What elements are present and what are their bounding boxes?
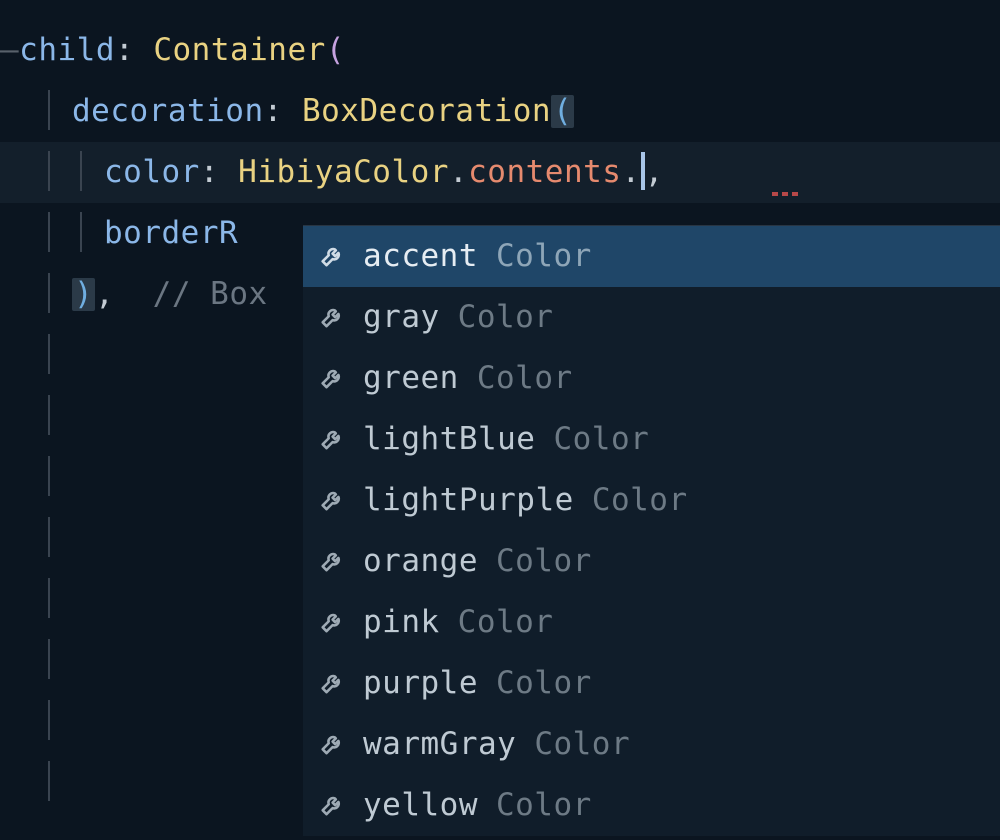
token-dot: . <box>449 157 468 188</box>
code-editor[interactable]: —child: Container( decoration: BoxDecora… <box>0 0 1000 813</box>
autocomplete-item[interactable]: gray Color <box>303 287 1000 348</box>
indent-guide <box>48 334 50 374</box>
token-colon: : <box>264 96 302 127</box>
wrench-icon <box>317 486 347 516</box>
indent-guide <box>48 639 50 679</box>
autocomplete-type: Color <box>534 729 630 760</box>
autocomplete-label: lightBlue <box>363 424 535 455</box>
autocomplete-item[interactable]: lightBlue Color <box>303 409 1000 470</box>
autocomplete-type: Color <box>496 546 592 577</box>
autocomplete-label: green <box>363 363 459 394</box>
autocomplete-label: lightPurple <box>363 485 574 516</box>
tree-dash: — <box>0 35 19 66</box>
autocomplete-type: Color <box>496 790 592 821</box>
autocomplete-item[interactable]: orange Color <box>303 531 1000 592</box>
token-paren: ) <box>72 278 95 311</box>
code-line-active[interactable]: color: HibiyaColor.contents., <box>0 142 1000 203</box>
token-type: HibiyaColor <box>238 157 449 188</box>
token-colon: : <box>115 35 153 66</box>
token-paren: ( <box>551 95 574 128</box>
token-keyword: child <box>19 35 115 66</box>
autocomplete-type: Color <box>553 424 649 455</box>
autocomplete-item[interactable]: yellow Color <box>303 775 1000 836</box>
token-keyword: borderR <box>104 218 238 249</box>
wrench-icon <box>317 425 347 455</box>
wrench-icon <box>317 730 347 760</box>
wrench-icon <box>317 364 347 394</box>
token-comma: , <box>645 157 664 188</box>
autocomplete-item[interactable]: warmGray Color <box>303 714 1000 775</box>
autocomplete-label: orange <box>363 546 478 577</box>
indent-guide <box>48 700 50 740</box>
autocomplete-type: Color <box>496 668 592 699</box>
autocomplete-type: Color <box>458 302 554 333</box>
indent-guide <box>48 212 50 252</box>
indent-guide <box>48 517 50 557</box>
autocomplete-label: warmGray <box>363 729 516 760</box>
token-member: contents <box>468 157 621 188</box>
autocomplete-label: pink <box>363 607 440 638</box>
code-line[interactable]: decoration: BoxDecoration( <box>0 81 1000 142</box>
token-keyword: decoration <box>72 96 264 127</box>
wrench-icon <box>317 608 347 638</box>
indent-guide <box>48 151 50 191</box>
indent-guide <box>80 212 82 252</box>
token-dot: . <box>621 157 640 188</box>
wrench-icon <box>317 303 347 333</box>
token-comment: // Box <box>114 279 267 310</box>
indent-guide <box>48 395 50 435</box>
wrench-icon <box>317 669 347 699</box>
autocomplete-popup[interactable]: accent Color gray Color green Color lightBlue C… <box>303 225 1000 836</box>
wrench-icon <box>317 547 347 577</box>
autocomplete-item[interactable]: accent Color <box>303 226 1000 287</box>
wrench-icon <box>317 242 347 272</box>
code-line[interactable]: —child: Container( <box>0 20 1000 81</box>
autocomplete-label: gray <box>363 302 440 333</box>
autocomplete-label: accent <box>363 241 478 272</box>
wrench-icon <box>317 791 347 821</box>
indent-guide <box>48 761 50 801</box>
indent-guide <box>80 151 82 191</box>
autocomplete-type: Color <box>477 363 573 394</box>
token-comma: , <box>95 279 114 310</box>
autocomplete-item[interactable]: lightPurple Color <box>303 470 1000 531</box>
autocomplete-item[interactable]: purple Color <box>303 653 1000 714</box>
autocomplete-label: purple <box>363 668 478 699</box>
autocomplete-type: Color <box>496 241 592 272</box>
token-type: Container <box>153 35 325 66</box>
error-underline <box>772 192 802 196</box>
autocomplete-type: Color <box>458 607 554 638</box>
token-type: BoxDecoration <box>302 96 551 127</box>
autocomplete-label: yellow <box>363 790 478 821</box>
token-keyword: color <box>104 157 200 188</box>
autocomplete-item[interactable]: green Color <box>303 348 1000 409</box>
indent-guide <box>48 578 50 618</box>
token-colon: : <box>200 157 238 188</box>
autocomplete-type: Color <box>592 485 688 516</box>
token-paren: ( <box>326 35 345 66</box>
indent-guide <box>48 456 50 496</box>
indent-guide <box>48 90 50 130</box>
autocomplete-item[interactable]: pink Color <box>303 592 1000 653</box>
indent-guide <box>48 273 50 313</box>
